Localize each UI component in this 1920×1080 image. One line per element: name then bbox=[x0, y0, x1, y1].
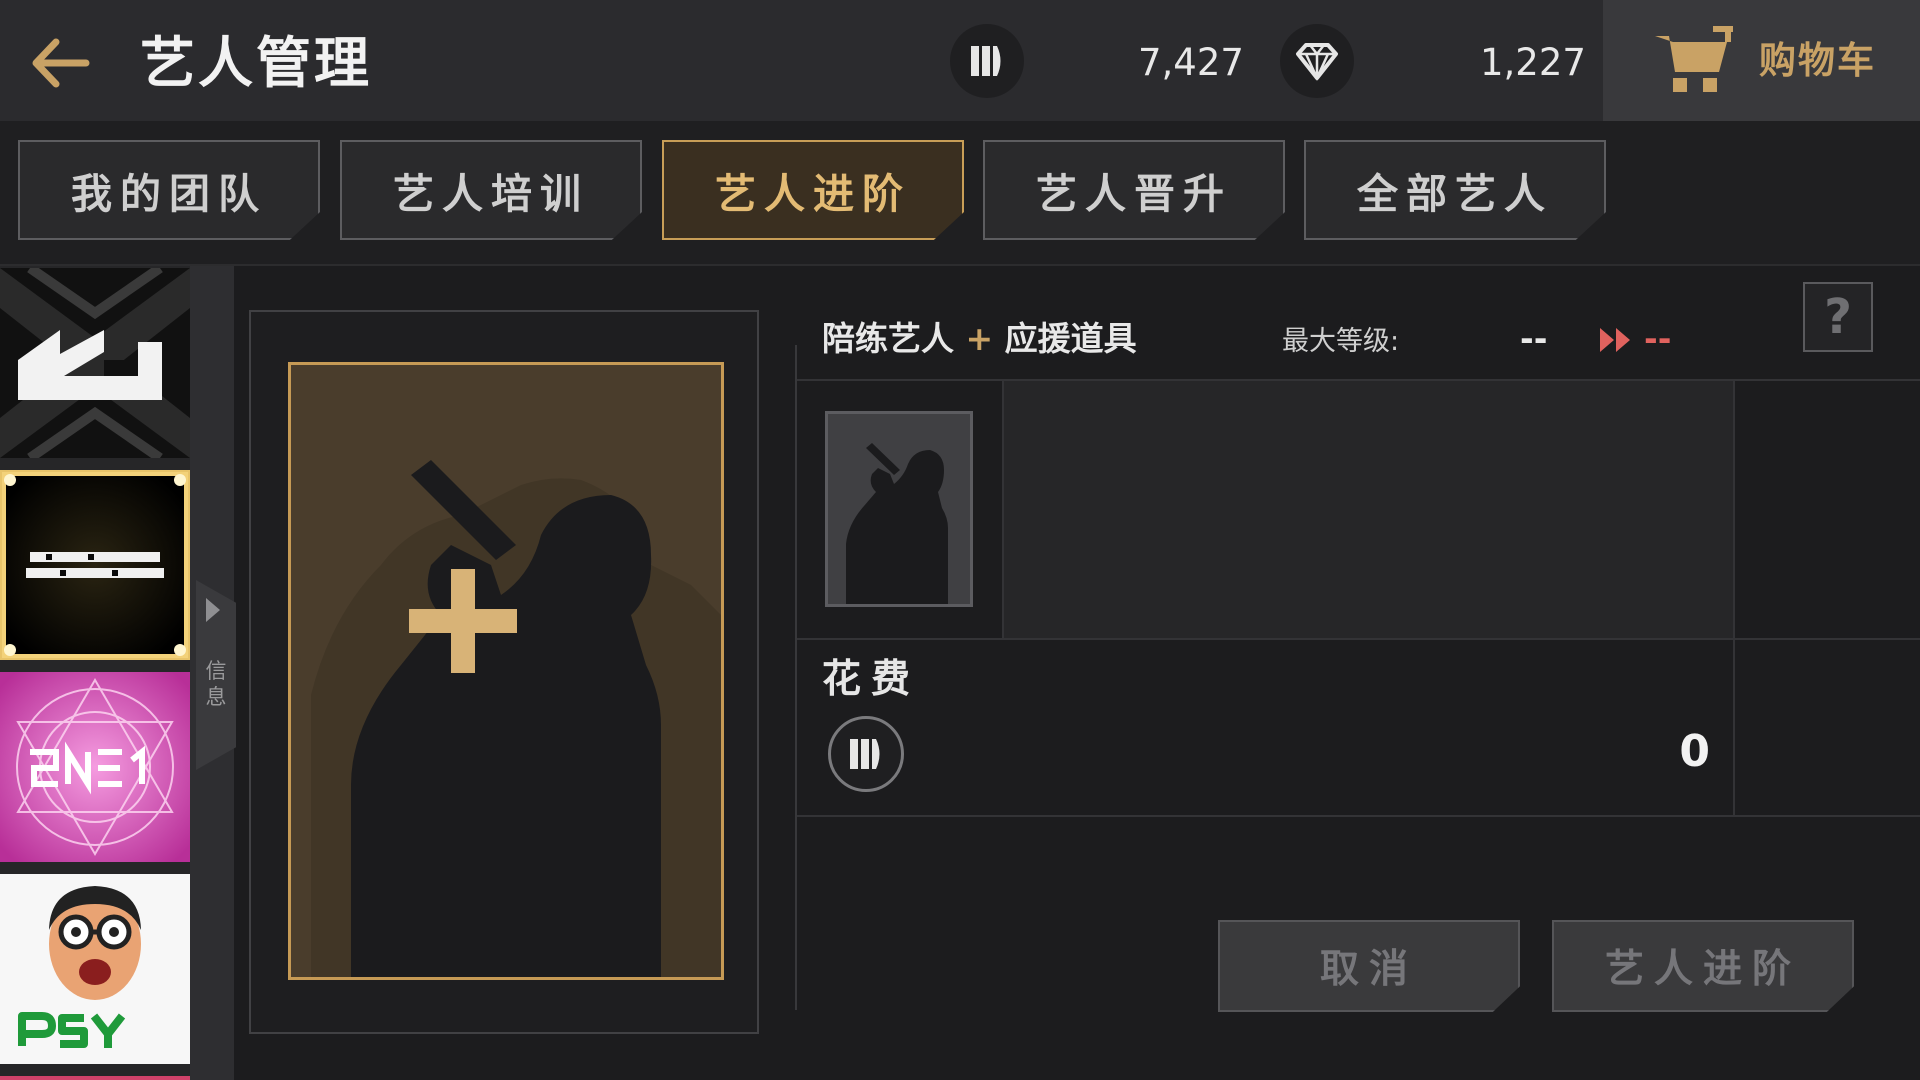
cart-icon bbox=[1655, 26, 1733, 92]
cancel-button[interactable]: 取消 bbox=[1218, 920, 1520, 1012]
support-item-label: 应援道具 bbox=[1004, 319, 1137, 358]
tab-artist-promotion[interactable]: 艺人晋升 bbox=[983, 140, 1285, 240]
back-arrow-icon bbox=[32, 38, 90, 88]
cart-button[interactable]: 购物车 bbox=[1603, 0, 1920, 121]
advance-button[interactable]: 艺人进阶 bbox=[1552, 920, 1854, 1012]
support-item-area bbox=[1004, 381, 1733, 638]
tab-my-team[interactable]: 我的团队 bbox=[18, 140, 320, 240]
cost-label: 花费 bbox=[822, 657, 921, 702]
grid-line bbox=[1733, 379, 1735, 815]
info-tab[interactable]: 信息 bbox=[196, 580, 236, 770]
grid-line bbox=[797, 638, 1920, 640]
help-button[interactable]: ? bbox=[1803, 282, 1873, 352]
tab-all-artists[interactable]: 全部艺人 bbox=[1304, 140, 1606, 240]
diamond-count: 1,227 bbox=[1480, 41, 1586, 84]
partner-artist-slot[interactable] bbox=[825, 411, 973, 607]
add-plus-icon bbox=[409, 569, 517, 673]
label-psy-logo[interactable] bbox=[0, 874, 190, 1064]
label-bigbang-logo[interactable] bbox=[0, 470, 190, 660]
panel-divider bbox=[795, 345, 797, 1010]
label-2ne1-logo[interactable] bbox=[0, 672, 190, 862]
info-tab-label: 信息 bbox=[205, 659, 227, 709]
coin-icon bbox=[950, 24, 1024, 98]
cost-value: 0 bbox=[1679, 726, 1710, 777]
tab-artist-training[interactable]: 艺人培训 bbox=[340, 140, 642, 240]
coin-icon bbox=[828, 716, 904, 792]
page-title: 艺人管理 bbox=[140, 31, 373, 95]
partner-artist-label: 陪练艺人 bbox=[822, 319, 954, 358]
double-arrow-icon bbox=[1600, 328, 1630, 352]
label-yg-logo[interactable] bbox=[0, 268, 190, 458]
max-level-next: -- bbox=[1644, 319, 1672, 358]
artist-card-slot[interactable] bbox=[288, 362, 724, 980]
top-bar: 艺人管理 7,427 1,227 购物车 bbox=[0, 0, 1920, 121]
max-level-label: 最大等级: bbox=[1282, 326, 1400, 357]
expand-arrow-icon bbox=[206, 598, 220, 622]
coin-count: 7,427 bbox=[1138, 41, 1244, 84]
grid-line bbox=[797, 815, 1920, 817]
requirement-label: 陪练艺人 + 应援道具 bbox=[822, 314, 1137, 364]
diamond-icon bbox=[1280, 24, 1354, 98]
plus-sign: + bbox=[965, 319, 994, 358]
cart-label: 购物车 bbox=[1759, 39, 1876, 82]
max-level-current: -- bbox=[1520, 319, 1548, 358]
sidebar-next-item-edge bbox=[0, 1076, 190, 1080]
singer-silhouette-icon bbox=[846, 443, 948, 604]
tab-artist-advance[interactable]: 艺人进阶 bbox=[662, 140, 964, 240]
back-button[interactable] bbox=[24, 28, 94, 98]
